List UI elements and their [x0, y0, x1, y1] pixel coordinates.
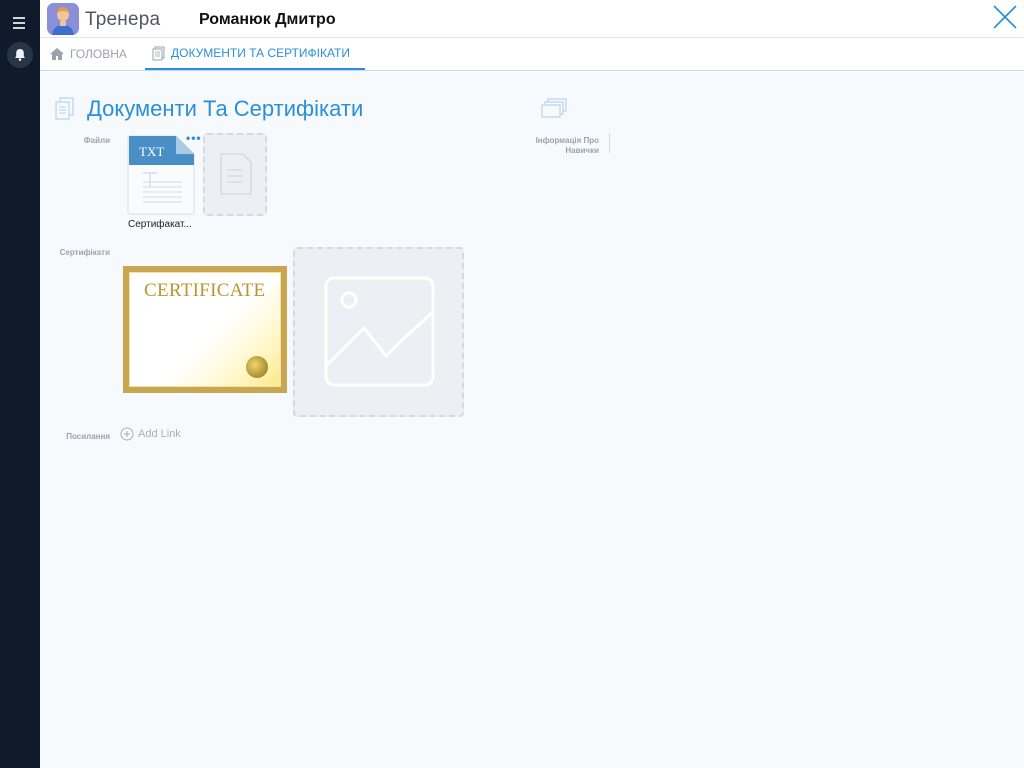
- add-file-placeholder[interactable]: [203, 133, 267, 216]
- tab-documents[interactable]: ДОКУМЕНТИ ТА СЕРТИФІКАТИ: [145, 38, 365, 70]
- seal-icon: [246, 356, 268, 378]
- left-rail: [0, 0, 40, 768]
- cards-icon: [540, 98, 568, 125]
- add-link-label: Add Link: [138, 428, 181, 440]
- skills-info-label: Інформація Про Навички: [535, 136, 599, 155]
- add-link-button[interactable]: Add Link: [120, 427, 181, 441]
- image-placeholder-icon: [324, 276, 435, 387]
- more-options-icon[interactable]: •••: [186, 132, 202, 144]
- file-placeholder-icon: [220, 153, 252, 195]
- divider: [609, 133, 610, 153]
- add-certificate-placeholder[interactable]: [293, 247, 464, 417]
- tab-documents-label: ДОКУМЕНТИ ТА СЕРТИФІКАТИ: [171, 46, 350, 60]
- tab-home-label: ГОЛОВНА: [70, 47, 127, 61]
- user-name: Романюк Дмитро: [199, 11, 336, 28]
- avatar[interactable]: [47, 3, 79, 35]
- home-icon: [50, 48, 64, 60]
- certificate-image[interactable]: CERTIFICATE: [123, 266, 287, 393]
- file-type-badge: TXT: [139, 144, 165, 159]
- top-header: Тренера Романюк Дмитро: [40, 0, 1024, 38]
- document-icon: [152, 46, 165, 60]
- certificate-title: CERTIFICATE: [144, 280, 266, 301]
- hamburger-icon[interactable]: [12, 15, 28, 29]
- section-title: Документи Та Сертифікати: [87, 96, 364, 121]
- plus-circle-icon: [120, 427, 134, 441]
- certificates-label: Сертифікати: [59, 248, 110, 257]
- links-label: Посилання: [66, 432, 110, 441]
- tab-bar: ГОЛОВНА ДОКУМЕНТИ ТА СЕРТИФІКАТИ: [40, 38, 1024, 71]
- app-title: Тренера: [85, 9, 161, 30]
- file-name: Сертифакат...: [128, 219, 192, 230]
- close-icon[interactable]: [992, 4, 1018, 30]
- bell-icon[interactable]: [7, 42, 33, 68]
- documents-icon: [54, 97, 76, 126]
- tab-home[interactable]: ГОЛОВНА: [49, 38, 127, 70]
- files-label: Файли: [83, 136, 110, 145]
